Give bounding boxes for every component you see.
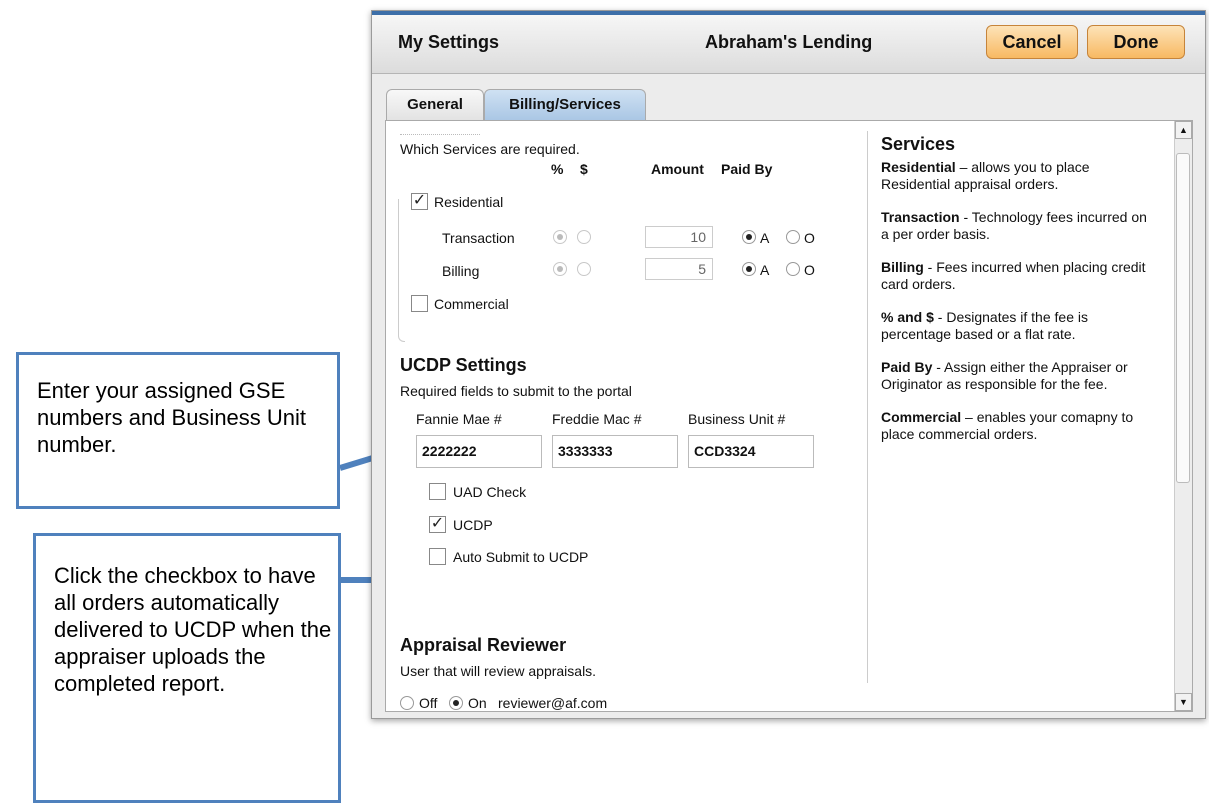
dialog-titlebar: My Settings Abraham's Lending Cancel Don… [372, 15, 1205, 74]
col-amount: Amount [651, 161, 704, 177]
fannie-mae-field[interactable]: 2222222 [416, 435, 542, 468]
transaction-dollar-radio[interactable] [577, 230, 591, 244]
transaction-a-label: A [760, 230, 770, 246]
billing-o-label: O [804, 262, 815, 278]
billing-percent-radio[interactable] [553, 262, 567, 276]
billing-paid-o-radio[interactable] [786, 262, 800, 276]
commercial-label: Commercial [434, 296, 509, 312]
help-billing: Billing - Fees incurred when placing cre… [881, 259, 1151, 293]
help-term: Residential [881, 159, 956, 175]
reviewer-on-label: On [468, 695, 487, 711]
residential-label: Residential [434, 194, 504, 210]
residential-checkbox[interactable]: ✓ [411, 193, 428, 210]
auto-submit-label: Auto Submit to UCDP [453, 549, 589, 565]
billing-dollar-radio[interactable] [577, 262, 591, 276]
services-help-sidebar: Services Residential – allows you to pla… [881, 134, 1151, 459]
callout-gse-numbers: Enter your assigned GSE numbers and Busi… [16, 352, 340, 509]
help-transaction: Transaction - Technology fees incurred o… [881, 209, 1151, 243]
reviewer-subtitle: User that will review appraisals. [400, 663, 597, 679]
ucdp-heading: UCDP Settings [400, 355, 527, 375]
help-residential: Residential – allows you to place Reside… [881, 159, 1151, 193]
help-paid-by: Paid By - Assign either the Appraiser or… [881, 359, 1151, 393]
col-paid-by: Paid By [721, 161, 773, 177]
tab-general[interactable]: General [386, 89, 484, 121]
reviewer-off-label: Off [419, 695, 438, 711]
services-help-heading: Services [881, 134, 956, 154]
ucdp-checkbox[interactable]: ✓ [429, 516, 446, 533]
done-button[interactable]: Done [1087, 25, 1185, 59]
col-percent: % [551, 161, 564, 177]
uad-check-label: UAD Check [453, 484, 527, 500]
transaction-paid-a-radio[interactable] [742, 230, 756, 244]
help-commercial: Commercial – enables your comapny to pla… [881, 409, 1151, 443]
commercial-checkbox[interactable] [411, 295, 428, 312]
callout-auto-text: Click the checkbox to have all orders au… [54, 563, 332, 696]
billing-services-panel: Which Services are required. % $ Amount … [385, 120, 1193, 712]
appraisal-reviewer-heading: Appraisal Reviewer [400, 635, 567, 655]
help-term: Transaction [881, 209, 960, 225]
callout-auto-submit: Click the checkbox to have all orders au… [33, 533, 341, 803]
clipped-label [400, 134, 480, 139]
col-dollar: $ [580, 161, 588, 177]
column-divider [867, 131, 868, 683]
settings-dialog: My Settings Abraham's Lending Cancel Don… [371, 10, 1206, 719]
billing-a-label: A [760, 262, 770, 278]
transaction-paid-o-radio[interactable] [786, 230, 800, 244]
billing-paid-a-radio[interactable] [742, 262, 756, 276]
reviewer-email[interactable]: reviewer@af.com [498, 695, 607, 711]
freddie-mac-field[interactable]: 3333333 [552, 435, 678, 468]
cancel-button[interactable]: Cancel [986, 25, 1078, 59]
ucdp-subtitle: Required fields to submit to the portal [400, 383, 632, 399]
scroll-down-icon[interactable]: ▼ [1175, 693, 1192, 711]
ucdp-label: UCDP [453, 517, 493, 533]
billing-amount[interactable]: 5 [645, 258, 713, 280]
transaction-percent-radio[interactable] [553, 230, 567, 244]
fannie-label: Fannie Mae # [416, 411, 502, 427]
help-term: % and $ [881, 309, 934, 325]
callout-gse-text: Enter your assigned GSE numbers and Busi… [37, 378, 307, 457]
transaction-label: Transaction [442, 230, 515, 246]
transaction-o-label: O [804, 230, 815, 246]
scroll-up-icon[interactable]: ▲ [1175, 121, 1192, 139]
help-term: Paid By [881, 359, 933, 375]
uad-check-checkbox[interactable] [429, 483, 446, 500]
help-term: Commercial [881, 409, 962, 425]
reviewer-off-radio[interactable] [400, 696, 414, 710]
vertical-scrollbar[interactable]: ▲ ▼ [1174, 121, 1192, 711]
company-name: Abraham's Lending [705, 32, 873, 52]
dialog-title: My Settings [398, 32, 500, 52]
freddie-label: Freddie Mac # [552, 411, 642, 427]
scroll-thumb[interactable] [1176, 153, 1190, 483]
transaction-amount[interactable]: 10 [645, 226, 713, 248]
auto-submit-checkbox[interactable] [429, 548, 446, 565]
help-term: Billing [881, 259, 924, 275]
billing-label: Billing [442, 263, 480, 279]
tab-billing-services[interactable]: Billing/Services [484, 89, 646, 121]
business-unit-field[interactable]: CCD3324 [688, 435, 814, 468]
services-intro: Which Services are required. [400, 141, 580, 157]
reviewer-on-radio[interactable] [449, 696, 463, 710]
group-bracket [398, 199, 405, 342]
business-unit-label: Business Unit # [688, 411, 786, 427]
help-pct-dollar: % and $ - Designates if the fee is perce… [881, 309, 1151, 343]
